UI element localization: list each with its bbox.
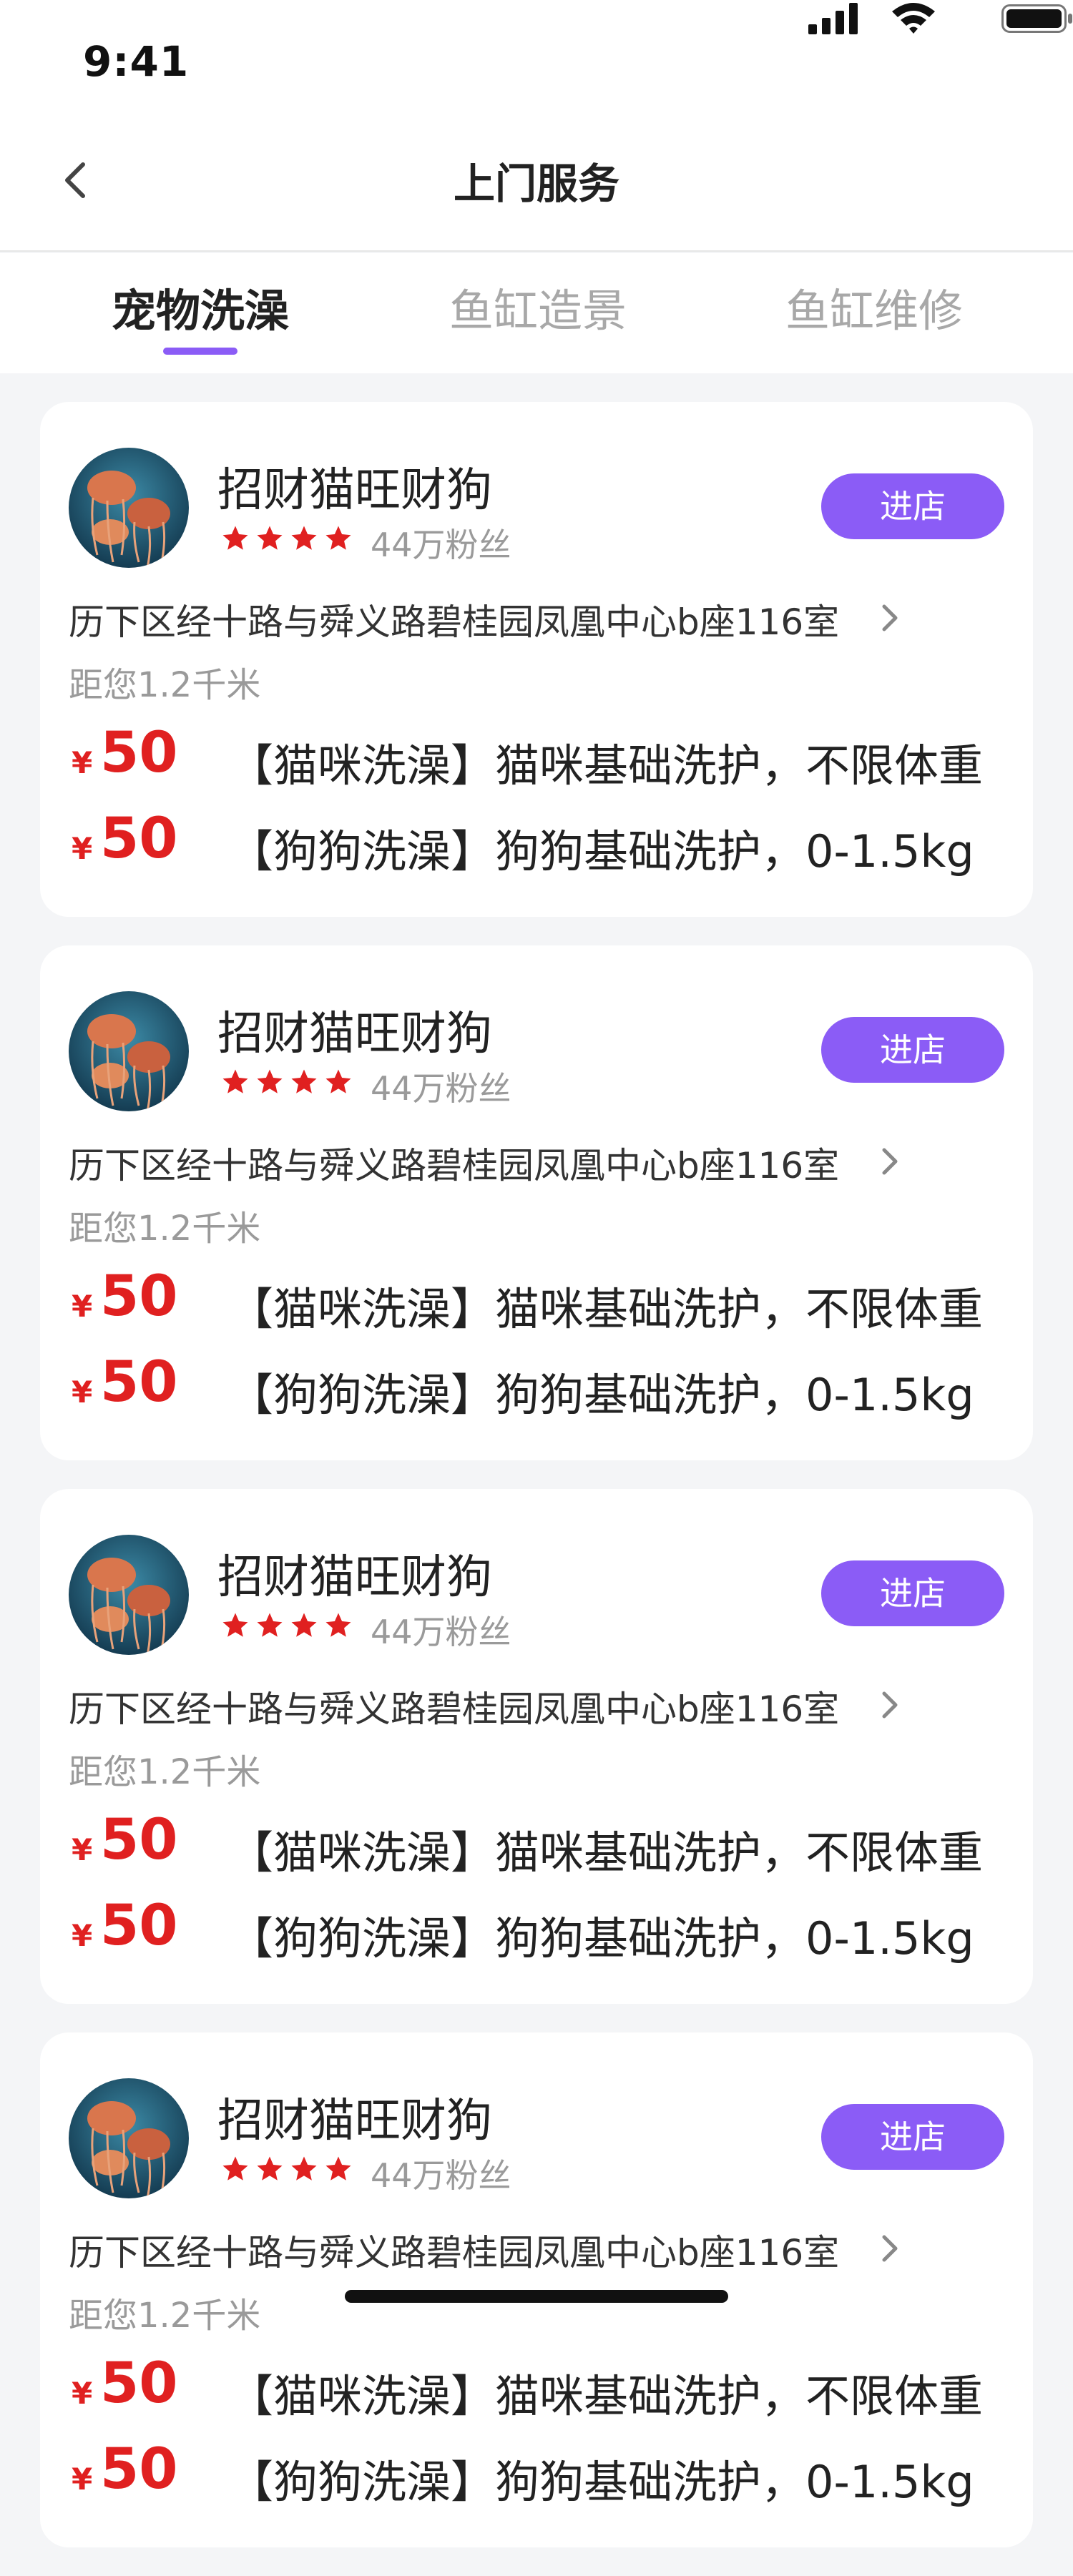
shop-distance: 距您1.2千米 xyxy=(69,2287,260,2337)
currency-symbol: ¥ xyxy=(72,1832,92,1867)
currency-symbol: ¥ xyxy=(72,1289,92,1324)
tab-aquarium-repair[interactable]: 鱼缸维修 xyxy=(731,275,1017,339)
star-icon xyxy=(323,1067,353,1097)
shop-distance: 距您1.2千米 xyxy=(69,1744,260,1794)
service-description: 【狗狗洗澡】狗狗基础洗护，0-1.5kg xyxy=(229,815,974,880)
service-price: 50 xyxy=(100,2351,178,2416)
shop-distance: 距您1.2千米 xyxy=(69,657,260,707)
shop-name: 招财猫旺财狗 xyxy=(217,997,492,1063)
currency-symbol: ¥ xyxy=(72,2376,92,2411)
tab-pet-bath[interactable]: 宠物洗澡 xyxy=(57,275,343,339)
battery-icon xyxy=(1001,4,1073,33)
rating-stars xyxy=(220,2154,358,2188)
currency-symbol: ¥ xyxy=(72,1375,92,1410)
rating-stars xyxy=(220,1067,358,1101)
fans-count: 44万粉丝 xyxy=(371,1606,511,1653)
star-icon xyxy=(289,1067,319,1097)
service-price: 50 xyxy=(100,1894,178,1958)
service-description: 【狗狗洗澡】狗狗基础洗护，0-1.5kg xyxy=(229,2446,974,2510)
star-icon xyxy=(323,523,353,554)
shop-avatar xyxy=(69,1535,189,1655)
shop-avatar xyxy=(69,2078,189,2198)
shop-name: 招财猫旺财狗 xyxy=(217,1540,492,1606)
shop-name: 招财猫旺财狗 xyxy=(217,453,492,519)
fans-count: 44万粉丝 xyxy=(371,2150,511,2197)
rating-stars xyxy=(220,523,358,558)
home-indicator xyxy=(345,2290,728,2303)
cellular-signal-icon xyxy=(808,3,858,34)
shop-card[interactable]: 招财猫旺财狗 44万粉丝 进店 历下区经十路与舜义路碧桂园凤凰中心b座116室 … xyxy=(40,402,1033,917)
star-icon xyxy=(255,1611,285,1641)
chevron-right-icon[interactable] xyxy=(876,601,904,635)
shop-name: 招财猫旺财狗 xyxy=(217,2084,492,2150)
star-icon xyxy=(255,523,285,554)
service-price: 50 xyxy=(100,1264,178,1329)
chevron-right-icon[interactable] xyxy=(876,1144,904,1179)
service-description: 【狗狗洗澡】狗狗基础洗护，0-1.5kg xyxy=(229,1902,974,1967)
service-description: 【猫咪洗澡】猫咪基础洗护，不限体重 xyxy=(229,1817,983,1881)
status-time: 9:41 xyxy=(83,37,189,86)
star-icon xyxy=(220,1067,250,1097)
star-icon xyxy=(220,523,250,554)
shop-card[interactable]: 招财猫旺财狗 44万粉丝 进店 历下区经十路与舜义路碧桂园凤凰中心b座116室 … xyxy=(40,1489,1033,2004)
tab-aquarium-landscape[interactable]: 鱼缸造景 xyxy=(395,275,681,339)
shop-card[interactable]: 招财猫旺财狗 44万粉丝 进店 历下区经十路与舜义路碧桂园凤凰中心b座116室 … xyxy=(40,945,1033,1460)
currency-symbol: ¥ xyxy=(72,745,92,780)
service-price: 50 xyxy=(100,2437,178,2502)
enter-shop-button[interactable]: 进店 xyxy=(821,473,1004,539)
star-icon xyxy=(323,1611,353,1641)
rating-stars xyxy=(220,1611,358,1645)
shop-avatar xyxy=(69,448,189,568)
enter-shop-button[interactable]: 进店 xyxy=(821,1560,1004,1626)
enter-shop-button[interactable]: 进店 xyxy=(821,2104,1004,2170)
category-tabs: 宠物洗澡 鱼缸造景 鱼缸维修 xyxy=(0,253,1073,373)
service-price: 50 xyxy=(100,721,178,785)
service-description: 【猫咪洗澡】猫咪基础洗护，不限体重 xyxy=(229,2360,983,2424)
star-icon xyxy=(289,1611,319,1641)
shop-address[interactable]: 历下区经十路与舜义路碧桂园凤凰中心b座116室 xyxy=(69,1137,839,1189)
status-bar: 9:41 xyxy=(0,0,1073,126)
chevron-right-icon[interactable] xyxy=(876,2231,904,2266)
fans-count: 44万粉丝 xyxy=(371,1063,511,1110)
shop-address[interactable]: 历下区经十路与舜义路碧桂园凤凰中心b座116室 xyxy=(69,594,839,645)
star-icon xyxy=(289,523,319,554)
enter-shop-button[interactable]: 进店 xyxy=(821,1017,1004,1083)
currency-symbol: ¥ xyxy=(72,831,92,866)
service-description: 【狗狗洗澡】狗狗基础洗护，0-1.5kg xyxy=(229,1359,974,1423)
service-description: 【猫咪洗澡】猫咪基础洗护，不限体重 xyxy=(229,1273,983,1337)
shop-address[interactable]: 历下区经十路与舜义路碧桂园凤凰中心b座116室 xyxy=(69,2224,839,2276)
star-icon xyxy=(289,2154,319,2184)
service-price: 50 xyxy=(100,1350,178,1415)
shop-distance: 距您1.2千米 xyxy=(69,1200,260,1250)
star-icon xyxy=(255,2154,285,2184)
star-icon xyxy=(323,2154,353,2184)
currency-symbol: ¥ xyxy=(72,1918,92,1953)
service-description: 【猫咪洗澡】猫咪基础洗护，不限体重 xyxy=(229,729,983,794)
shop-avatar xyxy=(69,991,189,1111)
fans-count: 44万粉丝 xyxy=(371,519,511,566)
currency-symbol: ¥ xyxy=(72,2462,92,2497)
wifi-icon xyxy=(890,0,937,34)
nav-bar: 上门服务 xyxy=(0,126,1073,252)
service-price: 50 xyxy=(100,807,178,871)
service-price: 50 xyxy=(100,1808,178,1872)
star-icon xyxy=(255,1067,285,1097)
active-tab-indicator xyxy=(163,348,237,355)
star-icon xyxy=(220,2154,250,2184)
shop-address[interactable]: 历下区经十路与舜义路碧桂园凤凰中心b座116室 xyxy=(69,1681,839,1732)
chevron-right-icon[interactable] xyxy=(876,1688,904,1722)
star-icon xyxy=(220,1611,250,1641)
shop-list: 招财猫旺财狗 44万粉丝 进店 历下区经十路与舜义路碧桂园凤凰中心b座116室 … xyxy=(40,402,1033,2576)
page-title: 上门服务 xyxy=(0,150,1073,210)
